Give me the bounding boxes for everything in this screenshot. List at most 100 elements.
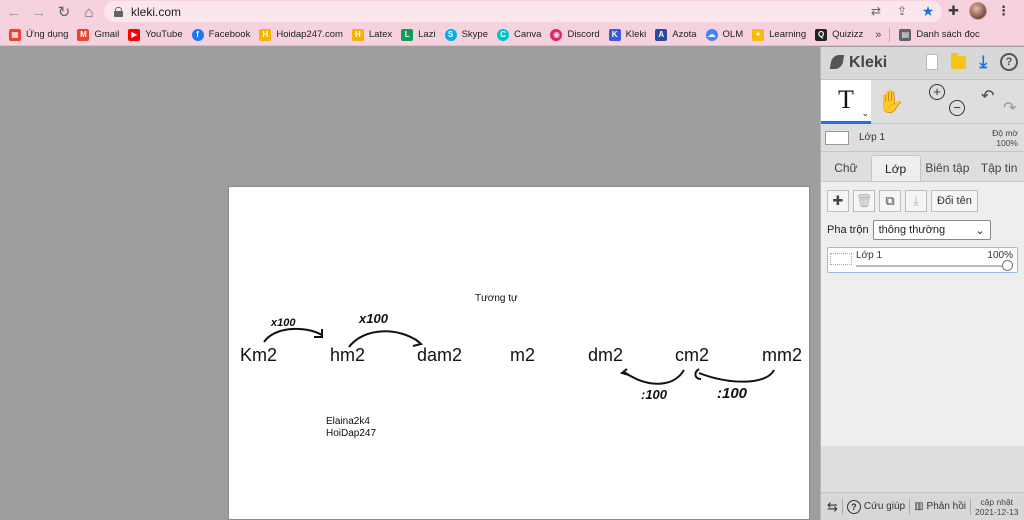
drawing-canvas[interactable]: x100 x100 :100 :100 Tương tự Km2 hm2 dam… — [228, 186, 810, 520]
layer-thumbnail — [825, 130, 849, 145]
rename-button[interactable]: Đổi tên — [931, 190, 978, 212]
url-text: kleki.com — [131, 4, 182, 19]
azota-icon: A — [655, 28, 668, 41]
tab-edit[interactable]: Biên tập — [921, 155, 975, 181]
opacity-value: 100% — [996, 138, 1018, 148]
help-link[interactable]: ? Cứu giúp — [846, 499, 905, 514]
canva-icon: C — [496, 28, 509, 41]
bookmark-lazi[interactable]: L Lazi — [401, 28, 436, 41]
layer-list-item[interactable]: Lớp 1 100% — [827, 247, 1018, 273]
bookmark-gmail[interactable]: M Gmail — [77, 28, 119, 41]
youtube-icon: ▶ — [128, 28, 141, 41]
more-bookmarks-chevron-icon[interactable]: » — [875, 29, 881, 41]
feedback-link[interactable]: ▥ Phản hồi — [914, 501, 966, 512]
panel-tabs: Chữ Lớp Biên tập Tập tin — [821, 152, 1024, 182]
address-bar[interactable]: kleki.com ⇄ ⇪ ★ — [104, 1, 942, 22]
zoom-out-icon[interactable]: − — [949, 100, 965, 116]
ink-label-multiply-2: x100 — [359, 311, 388, 326]
merge-down-icon[interactable]: ⤓ — [905, 190, 927, 212]
reading-list[interactable]: ▤ Danh sách đọc — [899, 28, 980, 41]
new-file-icon[interactable] — [926, 54, 939, 70]
download-icon[interactable]: ⤓ — [979, 53, 987, 70]
bookmark-kleki[interactable]: K Kleki — [608, 28, 646, 41]
chevron-down-icon: ⌄ — [975, 224, 985, 237]
tab-file[interactable]: Tập tin — [974, 155, 1024, 181]
signature-line-1: Elaina2k4 — [326, 416, 370, 427]
discord-icon: ◉ — [550, 28, 563, 41]
zoom-in-icon[interactable]: + — [929, 84, 945, 100]
kleki-icon: K — [608, 28, 621, 41]
tool-row: T ⌄ ✋ + − ↶ ↷ — [821, 79, 1024, 124]
profile-avatar[interactable] — [969, 2, 987, 20]
help-icon[interactable]: ? — [1000, 53, 1018, 71]
back-arrow-icon[interactable]: ← — [3, 1, 25, 23]
layers-tab-body: ✚ 🗑 ⧉ ⤓ Đổi tên Pha trộn thông thường ⌄ … — [821, 182, 1024, 446]
bookmark-discord[interactable]: ◉ Discord — [550, 28, 600, 41]
bookmark-youtube[interactable]: ▶ YouTube — [128, 28, 183, 41]
olm-icon: ☁ — [705, 28, 718, 41]
swap-sides-icon[interactable]: ⇆ — [827, 499, 838, 515]
bookmark-hoidap247[interactable]: H Hoidap247.com — [259, 28, 343, 41]
signature-line-2: HoiDap247 — [326, 428, 377, 439]
extensions-puzzle-icon[interactable]: ✚ — [948, 3, 959, 19]
bookmark-azota[interactable]: A Azota — [655, 28, 697, 41]
tab-text[interactable]: Chữ — [821, 155, 871, 181]
chevron-down-icon[interactable]: ⌄ — [861, 108, 869, 119]
ink-label-divide-2: :100 — [717, 385, 748, 402]
home-icon[interactable]: ⌂ — [78, 1, 100, 23]
delete-layer-icon[interactable]: 🗑 — [853, 190, 875, 212]
gmail-icon: M — [77, 28, 90, 41]
feedback-label: Phản hồi — [926, 501, 967, 512]
bookmark-quizizz[interactable]: Q Quizizz — [815, 28, 863, 41]
workspace: x100 x100 :100 :100 Tương tự Km2 hm2 dam… — [0, 47, 820, 520]
bookmark-skype[interactable]: S Skype — [444, 28, 488, 41]
skype-icon: S — [444, 28, 457, 41]
reload-icon[interactable]: ↻ — [53, 1, 75, 23]
lazi-icon: L — [401, 28, 414, 41]
kleki-logo-icon — [831, 55, 845, 71]
translate-icon[interactable]: ⇄ — [868, 3, 884, 19]
bookmark-canva[interactable]: C Canva — [496, 28, 541, 41]
help-circle-icon: ? — [846, 499, 861, 514]
app-name: Kleki — [849, 54, 888, 71]
unit-label: mm2 — [762, 345, 802, 365]
unit-label: cm2 — [675, 345, 710, 365]
redo-icon[interactable]: ↷ — [1003, 98, 1016, 118]
forward-arrow-icon[interactable]: → — [28, 1, 50, 23]
undo-icon[interactable]: ↶ — [981, 86, 994, 106]
panel-header: Kleki ⤓ ? — [821, 47, 1024, 80]
unit-label: m2 — [510, 345, 536, 365]
current-layer-row[interactable]: Lớp 1 Độ mờ 100% — [821, 124, 1024, 152]
bookmarks-bar: ▦ Ứng dụng M Gmail ▶ YouTube f Facebook H Hoi… — [0, 24, 1024, 46]
bookmark-facebook[interactable]: f Facebook — [191, 28, 250, 41]
tab-layers[interactable]: Lớp — [870, 155, 921, 181]
panel-footer: ⇆ ? Cứu giúp ▥ Phản hồi cập nhật 2021-12… — [821, 492, 1024, 520]
bookmark-star-icon[interactable]: ★ — [920, 3, 936, 19]
kleki-logo[interactable]: Kleki — [831, 54, 887, 72]
open-folder-icon[interactable] — [951, 52, 967, 69]
bookmark-olm[interactable]: ☁ OLM — [705, 28, 743, 41]
bookmark-divider — [889, 27, 891, 42]
opacity-label: Độ mờ — [992, 128, 1018, 138]
layer-opacity-slider-handle[interactable] — [1002, 260, 1013, 271]
unit-label: dm2 — [588, 345, 624, 365]
add-layer-icon[interactable]: ✚ — [827, 190, 849, 212]
text-tool-button[interactable]: T ⌄ — [821, 79, 871, 124]
layer-actions: ✚ 🗑 ⧉ ⤓ Đổi tên — [827, 190, 1018, 212]
footer-divider — [841, 498, 843, 515]
duplicate-layer-icon[interactable]: ⧉ — [879, 190, 901, 212]
update-info[interactable]: cập nhật 2021-12-13 — [975, 497, 1018, 517]
bookmark-apps[interactable]: ▦ Ứng dụng — [9, 28, 68, 41]
blend-mode-select[interactable]: thông thường ⌄ — [872, 220, 991, 240]
unit-label: Km2 — [240, 345, 278, 365]
hand-tool-icon[interactable]: ✋ — [871, 80, 911, 124]
share-icon[interactable]: ⇪ — [894, 3, 910, 19]
feedback-icon: ▥ — [914, 501, 924, 512]
bookmark-latex[interactable]: H Latex — [351, 28, 392, 41]
blend-label: Pha trộn — [827, 224, 869, 236]
layer-opacity-slider[interactable] — [856, 265, 1007, 267]
layer-card-thumbnail — [830, 253, 852, 265]
apps-grid-icon: ▦ — [9, 28, 21, 41]
bookmark-learning[interactable]: ✦ Learning — [752, 28, 806, 41]
menu-kebab-icon[interactable]: ⋮ — [997, 3, 1010, 19]
